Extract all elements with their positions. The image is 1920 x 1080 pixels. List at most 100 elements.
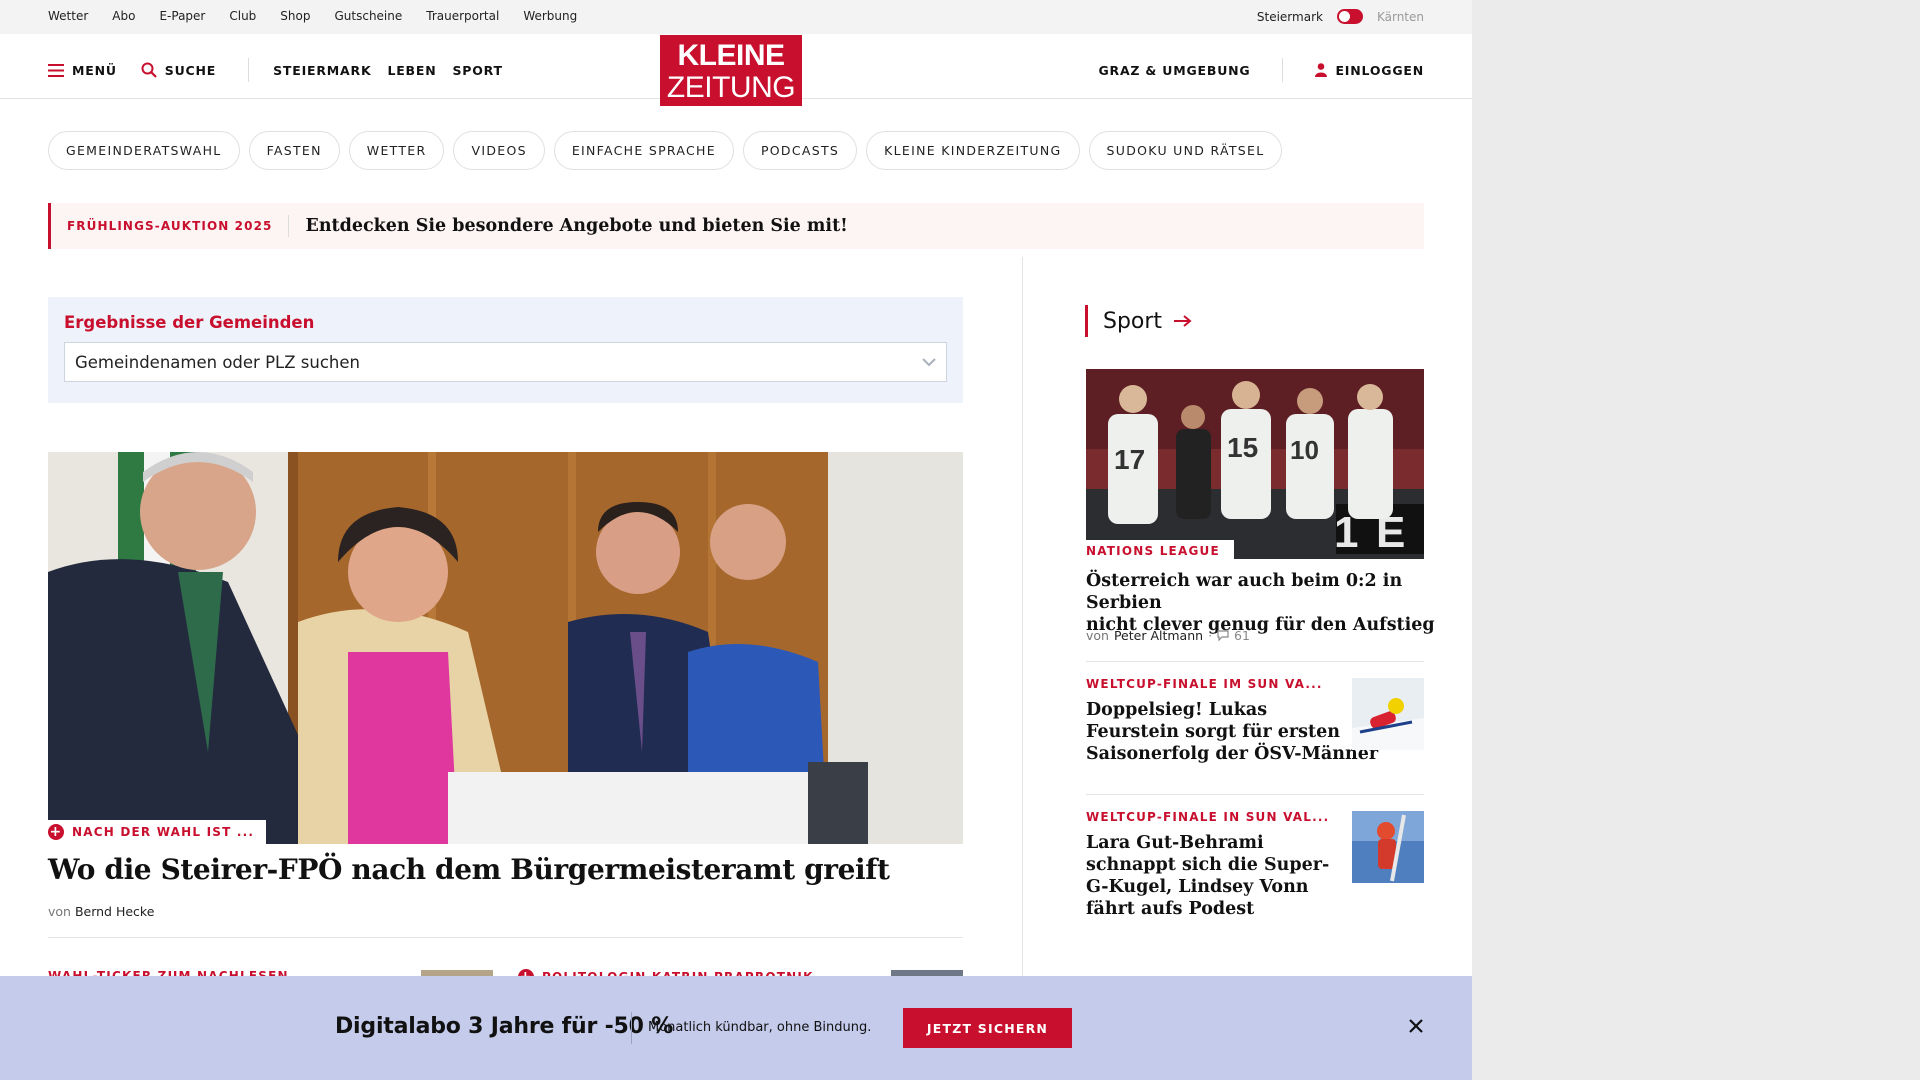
comment-icon[interactable] — [1217, 630, 1229, 641]
utility-link-epaper[interactable]: E-Paper — [159, 9, 205, 23]
sport-item-title-line: Doppelsieg! Lukas — [1086, 700, 1268, 720]
header-right-nav: GRAZ & UMGEBUNG EINLOGGEN — [1098, 58, 1424, 82]
sport-lead-title[interactable]: Österreich war auch beim 0:2 in Serbien … — [1086, 570, 1472, 636]
sport-lead-author[interactable]: Peter Altmann — [1114, 628, 1203, 643]
logo-line2: ZEITUNG — [666, 71, 796, 104]
utility-link-werbung[interactable]: Werbung — [523, 9, 577, 23]
sport-item-title-line: Feurstein sorgt für ersten — [1086, 722, 1340, 742]
municipality-search-select[interactable]: Gemeindenamen oder PLZ suchen — [64, 342, 947, 382]
page: Wetter Abo E-Paper Club Shop Gutscheine … — [0, 0, 1472, 1080]
sport-item-title[interactable]: Lara Gut-Behrami schnappt sich die Super… — [1086, 832, 1329, 920]
hero-image[interactable] — [48, 452, 963, 844]
subscription-headline: Digitalabo 3 Jahre für -50 % — [335, 1014, 674, 1039]
chevron-down-icon — [922, 357, 936, 366]
hero-kicker[interactable]: + NACH DER WAHL IST ... — [48, 820, 267, 844]
login-button[interactable]: EINLOGGEN — [1315, 63, 1424, 78]
search-button[interactable]: SUCHE — [141, 62, 216, 78]
subscription-divider — [631, 1012, 632, 1044]
utility-link-shop[interactable]: Shop — [280, 9, 310, 23]
sport-divider — [1086, 661, 1424, 662]
sport-section-header[interactable]: Sport — [1085, 305, 1192, 337]
chip-gemeinderatswahl[interactable]: GEMEINDERATSWAHL — [48, 131, 240, 170]
toggle-knob — [1338, 11, 1350, 22]
subscription-bar: Digitalabo 3 Jahre für -50 % Monatlich k… — [0, 976, 1472, 1080]
sport-item-title-line: G-Kugel, Lindsey Vonn — [1086, 877, 1309, 897]
region-link-graz[interactable]: GRAZ & UMGEBUNG — [1098, 63, 1250, 78]
nav-steiermark[interactable]: STEIERMARK — [273, 63, 371, 78]
sport-lead-image[interactable]: 1 E 17 15 10 — [1086, 369, 1424, 559]
header-left-nav: MENÜ SUCHE STEIERMARK LEBEN SPORT — [48, 58, 503, 82]
sport-item-title-line: schnappt sich die Super- — [1086, 855, 1330, 875]
hamburger-icon — [48, 63, 64, 77]
comment-separator: · — [1208, 628, 1213, 643]
sport-divider — [1086, 794, 1424, 795]
subscription-subtext: Monatlich kündbar, ohne Bindung. — [648, 1020, 872, 1035]
column-divider — [1022, 257, 1023, 997]
menu-label: MENÜ — [72, 62, 117, 78]
topic-chips: GEMEINDERATSWAHL FASTEN WETTER VIDEOS EI… — [48, 131, 1283, 170]
sport-item-thumb[interactable] — [1352, 678, 1424, 750]
main-header: MENÜ SUCHE STEIERMARK LEBEN SPORT KLEINE… — [0, 34, 1472, 106]
hero-by: von — [48, 904, 71, 919]
utility-link-abo[interactable]: Abo — [112, 9, 135, 23]
utility-link-trauerportal[interactable]: Trauerportal — [426, 9, 499, 23]
hero-author[interactable]: Bernd Hecke — [75, 904, 154, 919]
hero-photo — [48, 452, 963, 844]
sport-item-kicker[interactable]: WELTCUP-FINALE IM SUN VA... — [1086, 677, 1323, 691]
arrow-right-icon — [1174, 315, 1192, 327]
sport-lead-kicker[interactable]: NATIONS LEAGUE — [1086, 540, 1234, 562]
close-icon — [1409, 1019, 1423, 1033]
chip-videos[interactable]: VIDEOS — [453, 131, 545, 170]
close-button[interactable] — [1408, 1014, 1424, 1038]
ski-photo — [1352, 678, 1424, 750]
sport-item-kicker[interactable]: WELTCUP-FINALE IN SUN VAL... — [1086, 810, 1329, 824]
subscribe-button[interactable]: JETZT SICHERN — [903, 1008, 1072, 1048]
sport-item-title-line: Saisonerfolg der ÖSV-Männer — [1086, 744, 1379, 764]
promo-banner[interactable]: FRÜHLINGS-AUKTION 2025 Entdecken Sie bes… — [48, 203, 1424, 249]
login-label: EINLOGGEN — [1335, 62, 1424, 78]
sport-item-title-line: fährt aufs Podest — [1086, 899, 1255, 919]
svg-text:17: 17 — [1114, 444, 1145, 475]
nav-leben[interactable]: LEBEN — [387, 63, 436, 78]
hero-title[interactable]: Wo die Steirer-FPÖ nach dem Bürgermeiste… — [48, 853, 890, 886]
svg-text:10: 10 — [1290, 435, 1319, 465]
utility-link-club[interactable]: Club — [229, 9, 256, 23]
chip-wetter[interactable]: WETTER — [348, 131, 445, 170]
utility-link-wetter[interactable]: Wetter — [48, 9, 88, 23]
chip-fasten[interactable]: FASTEN — [248, 131, 340, 170]
municipality-results-box: Ergebnisse der Gemeinden Gemeindenamen o… — [48, 297, 963, 403]
sport-item-title[interactable]: Doppelsieg! Lukas Feurstein sorgt für er… — [1086, 699, 1378, 765]
sport-lead-by: von — [1086, 628, 1109, 643]
site-logo[interactable]: KLEINE ZEITUNG — [660, 35, 802, 106]
search-icon — [141, 62, 157, 78]
logo-line1: KLEINE — [677, 39, 785, 72]
chip-kinderzeitung[interactable]: KLEINE KINDERZEITUNG — [866, 131, 1080, 170]
utility-link-gutscheine[interactable]: Gutscheine — [334, 9, 402, 23]
chip-einfache-sprache[interactable]: EINFACHE SPRACHE — [553, 131, 734, 170]
region-steiermark[interactable]: Steiermark — [1257, 10, 1323, 24]
sport-lead-comment-count[interactable]: 61 — [1234, 628, 1250, 643]
sport-lead-title-line: Österreich war auch beim 0:2 in Serbien — [1086, 571, 1403, 613]
svg-text:15: 15 — [1227, 432, 1258, 463]
municipality-title: Ergebnisse der Gemeinden — [64, 313, 315, 332]
hero-kicker-text: NACH DER WAHL IST ... — [72, 825, 255, 839]
plus-circle-icon: + — [48, 824, 64, 840]
hero-byline: von Bernd Hecke — [48, 904, 154, 919]
ski-photo — [1352, 811, 1424, 883]
user-icon — [1315, 63, 1328, 77]
sport-item-title-line: Lara Gut-Behrami — [1086, 833, 1264, 853]
chip-sudoku[interactable]: SUDOKU UND RÄTSEL — [1088, 131, 1283, 170]
nav-sport[interactable]: SPORT — [452, 63, 502, 78]
region-kaernten[interactable]: Kärnten — [1377, 10, 1424, 24]
menu-button[interactable]: MENÜ — [48, 63, 117, 78]
municipality-placeholder: Gemeindenamen oder PLZ suchen — [75, 352, 360, 372]
sport-section-title: Sport — [1103, 308, 1163, 334]
chip-podcasts[interactable]: PODCASTS — [742, 131, 858, 170]
region-toggle[interactable] — [1336, 9, 1363, 24]
promo-tag: FRÜHLINGS-AUKTION 2025 — [67, 219, 273, 233]
sport-lead-photo: 1 E 17 15 10 — [1086, 369, 1424, 559]
promo-text: Entdecken Sie besondere Angebote und bie… — [305, 216, 848, 236]
sport-item-thumb[interactable] — [1352, 811, 1424, 883]
hero-divider — [48, 937, 963, 938]
utility-bar: Wetter Abo E-Paper Club Shop Gutscheine … — [0, 0, 1472, 34]
